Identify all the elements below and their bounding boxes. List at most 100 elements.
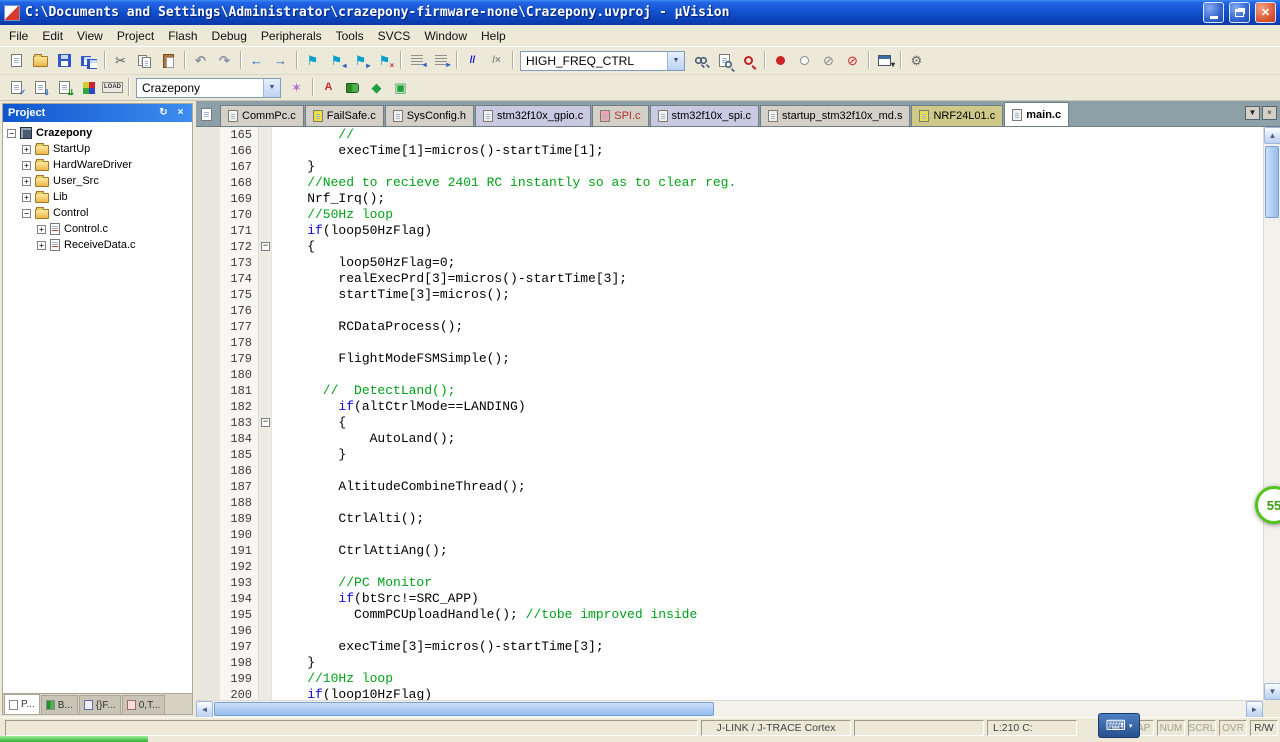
- tab-startup-stm32f10x-md-s[interactable]: startup_stm32f10x_md.s: [760, 105, 910, 126]
- breakpoint-margin[interactable]: [196, 159, 220, 175]
- menu-peripherals[interactable]: Peripherals: [254, 26, 329, 46]
- target-select-combo[interactable]: Crazepony▼: [136, 78, 281, 98]
- menu-flash[interactable]: Flash: [161, 26, 204, 46]
- tree-item-control[interactable]: −Control: [3, 205, 192, 221]
- breakpoint-margin[interactable]: [196, 319, 220, 335]
- keyboard-ime-button[interactable]: ⌨▾: [1098, 713, 1140, 738]
- breakpoint-margin[interactable]: [196, 335, 220, 351]
- breakpoint-margin[interactable]: [196, 591, 220, 607]
- breakpoint-margin[interactable]: [196, 127, 220, 143]
- fold-collapse-icon[interactable]: −: [261, 242, 270, 251]
- debug-windows-button[interactable]: ▾: [873, 50, 896, 72]
- tab-spi-c[interactable]: SPI.c: [592, 105, 648, 126]
- tab-failsafe-c[interactable]: FailSafe.c: [305, 105, 384, 126]
- kill-all-breakpoints-button[interactable]: ⊘: [841, 50, 864, 72]
- redo-button[interactable]: ↷: [213, 50, 236, 72]
- editor-vertical-scrollbar[interactable]: ▲ ▼: [1263, 127, 1280, 700]
- paste-button[interactable]: [157, 50, 180, 72]
- tab-stm32f10x-gpio-c[interactable]: stm32f10x_gpio.c: [475, 105, 591, 126]
- new-file-button[interactable]: [5, 50, 28, 72]
- breakpoint-margin[interactable]: [196, 143, 220, 159]
- breakpoint-margin[interactable]: [196, 623, 220, 639]
- next-bookmark-button[interactable]: ⚑▸: [349, 50, 372, 72]
- save-all-button[interactable]: [77, 50, 100, 72]
- combo-dropdown-icon[interactable]: ▼: [667, 52, 684, 70]
- rebuild-button[interactable]: ⇊: [53, 77, 76, 99]
- expand-icon[interactable]: +: [22, 177, 31, 186]
- tab-main-c[interactable]: main.c: [1004, 102, 1069, 126]
- books-button[interactable]: [341, 77, 364, 99]
- navigate-forward-button[interactable]: →: [269, 50, 292, 72]
- scroll-down-icon[interactable]: ▼: [1264, 683, 1280, 700]
- menu-svcs[interactable]: SVCS: [371, 26, 418, 46]
- manage-rte-button[interactable]: ◆: [365, 77, 388, 99]
- copy-button[interactable]: [133, 50, 156, 72]
- breakpoint-margin[interactable]: [196, 383, 220, 399]
- tree-item-crazepony[interactable]: −Crazepony: [3, 125, 192, 141]
- menu-debug[interactable]: Debug: [205, 26, 254, 46]
- breakpoint-margin[interactable]: [196, 223, 220, 239]
- scroll-right-icon[interactable]: ►: [1246, 701, 1263, 718]
- tree-item-lib[interactable]: +Lib: [3, 189, 192, 205]
- breakpoint-margin[interactable]: [196, 351, 220, 367]
- clear-bookmarks-button[interactable]: ⚑×: [373, 50, 396, 72]
- insert-breakpoint-button[interactable]: [769, 50, 792, 72]
- fold-collapse-icon[interactable]: −: [261, 418, 270, 427]
- previous-bookmark-button[interactable]: ⚑◂: [325, 50, 348, 72]
- panel-close-icon[interactable]: ×: [174, 107, 187, 120]
- horizontal-scroll-thumb[interactable]: [214, 702, 714, 716]
- tab-sysconfig-h[interactable]: SysConfig.h: [385, 105, 474, 126]
- configure-button[interactable]: ⚙: [905, 50, 928, 72]
- tree-item-hardwaredriver[interactable]: +HardWareDriver: [3, 157, 192, 173]
- menu-help[interactable]: Help: [474, 26, 513, 46]
- open-file-button[interactable]: [29, 50, 52, 72]
- menu-view[interactable]: View: [70, 26, 110, 46]
- tab-list-dropdown-button[interactable]: ▼: [1245, 106, 1260, 120]
- restore-button[interactable]: [1229, 2, 1250, 23]
- tree-item-receivedata-c[interactable]: +ReceiveData.c: [3, 237, 192, 253]
- expand-icon[interactable]: +: [22, 161, 31, 170]
- breakpoint-margin[interactable]: [196, 543, 220, 559]
- panel-tab-project[interactable]: P...: [4, 694, 40, 714]
- scroll-left-icon[interactable]: ◄: [196, 701, 213, 718]
- menu-window[interactable]: Window: [417, 26, 474, 46]
- expand-icon[interactable]: +: [22, 193, 31, 202]
- tree-item-startup[interactable]: +StartUp: [3, 141, 192, 157]
- breakpoint-margin[interactable]: [196, 495, 220, 511]
- tab-commpc-c[interactable]: CommPc.c: [220, 105, 304, 126]
- toggle-bookmark-button[interactable]: ⚑: [301, 50, 324, 72]
- tab-nrf24l01-c[interactable]: NRF24L01.c: [911, 105, 1003, 126]
- tab-stm32f10x-spi-c[interactable]: stm32f10x_spi.c: [650, 105, 759, 126]
- breakpoint-margin[interactable]: [196, 687, 220, 700]
- undo-button[interactable]: ↶: [189, 50, 212, 72]
- unindent-button[interactable]: ◂: [405, 50, 428, 72]
- panel-tab-books[interactable]: B...: [41, 695, 78, 714]
- breakpoint-margin[interactable]: [196, 607, 220, 623]
- menu-file[interactable]: File: [2, 26, 35, 46]
- breakpoint-margin[interactable]: [196, 367, 220, 383]
- build-button[interactable]: ⇓: [29, 77, 52, 99]
- panel-tab-functions[interactable]: {}F...: [79, 695, 121, 714]
- breakpoint-margin[interactable]: [196, 639, 220, 655]
- breakpoint-margin[interactable]: [196, 479, 220, 495]
- batch-build-button[interactable]: [77, 77, 100, 99]
- menu-tools[interactable]: Tools: [329, 26, 371, 46]
- translate-button[interactable]: ✓: [5, 77, 28, 99]
- breakpoint-margin[interactable]: [196, 207, 220, 223]
- breakpoint-margin[interactable]: [196, 575, 220, 591]
- panel-refresh-icon[interactable]: ↻: [157, 107, 170, 120]
- file-extensions-button[interactable]: A: [317, 77, 340, 99]
- save-button[interactable]: [53, 50, 76, 72]
- code-editor[interactable]: 165 //166 execTime[1]=micros()-startTime…: [196, 127, 1263, 700]
- breakpoint-margin[interactable]: [196, 287, 220, 303]
- breakpoint-margin[interactable]: [196, 271, 220, 287]
- tree-item-user-src[interactable]: +User_Src: [3, 173, 192, 189]
- disable-all-breakpoints-button[interactable]: ⊘: [817, 50, 840, 72]
- breakpoint-margin[interactable]: [196, 671, 220, 687]
- vertical-scroll-thumb[interactable]: [1265, 146, 1279, 218]
- breakpoint-margin[interactable]: [196, 191, 220, 207]
- scroll-up-icon[interactable]: ▲: [1264, 127, 1280, 144]
- close-button[interactable]: ✕: [1255, 2, 1276, 23]
- pack-installer-button[interactable]: ▣: [389, 77, 412, 99]
- tree-item-control-c[interactable]: +Control.c: [3, 221, 192, 237]
